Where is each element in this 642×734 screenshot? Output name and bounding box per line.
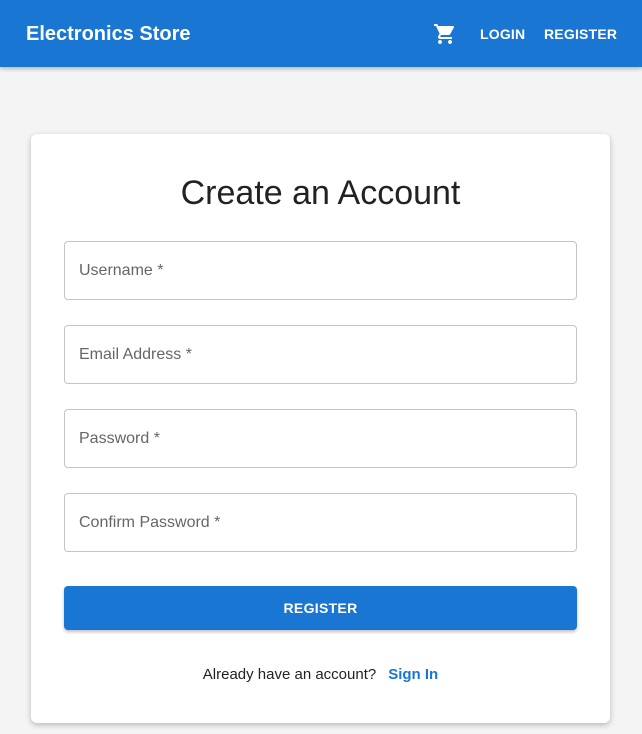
username-field-container xyxy=(64,241,577,300)
login-button[interactable]: LOGIN xyxy=(480,24,525,44)
password-field-container xyxy=(64,409,577,468)
confirm-password-field-container xyxy=(64,493,577,552)
email-input[interactable] xyxy=(65,326,576,383)
page-title: Create an Account xyxy=(180,174,461,212)
password-input[interactable] xyxy=(65,410,576,467)
signin-link[interactable]: Sign In xyxy=(388,666,438,683)
email-field-container xyxy=(64,325,577,384)
shopping-cart-icon[interactable] xyxy=(433,22,457,46)
register-submit-button[interactable]: REGISTER xyxy=(64,586,577,630)
confirm-password-input[interactable] xyxy=(65,494,576,551)
signin-prompt-text: Already have an account? xyxy=(202,666,377,683)
brand-title[interactable]: Electronics Store xyxy=(26,21,191,47)
register-card: Create an Account REGISTER Already have … xyxy=(31,134,610,723)
register-nav-button[interactable]: REGISTER xyxy=(544,24,617,44)
signin-prompt: Already have an account? Sign In xyxy=(31,664,610,686)
app-bar: Electronics Store LOGIN REGISTER xyxy=(0,0,642,67)
username-input[interactable] xyxy=(65,242,576,299)
